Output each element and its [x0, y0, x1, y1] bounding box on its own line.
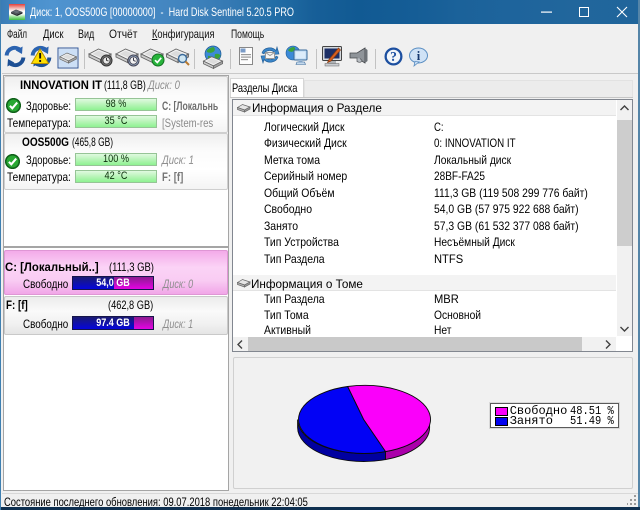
svg-text:?: ? [390, 49, 397, 64]
svg-text:i: i [417, 49, 421, 63]
